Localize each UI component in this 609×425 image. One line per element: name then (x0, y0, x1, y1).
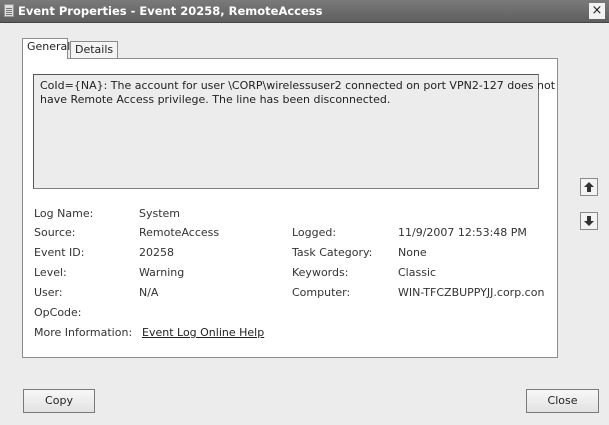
event-id-label: Event ID: (34, 246, 85, 259)
arrow-up-icon (584, 182, 594, 192)
log-name-value: System (139, 207, 181, 220)
arrow-down-icon (584, 216, 594, 226)
previous-event-button[interactable] (580, 178, 598, 196)
description-line: CoId={NA}: The account for user \CORP\wi… (40, 79, 556, 92)
event-log-online-help-link[interactable]: Event Log Online Help (142, 326, 264, 339)
logged-label: Logged: (292, 226, 337, 239)
close-button[interactable]: Close (526, 389, 599, 413)
keywords-value: Classic (398, 266, 437, 279)
logged-value: 11/9/2007 12:53:48 PM (398, 226, 527, 239)
next-event-button[interactable] (580, 212, 598, 230)
user-value: N/A (139, 286, 159, 299)
description-line: have Remote Access privilege. The line h… (40, 93, 391, 106)
more-information-label: More Information: (34, 326, 133, 339)
window-title: Event Properties - Event 20258, RemoteAc… (18, 4, 323, 18)
user-label: User: (34, 286, 63, 299)
tab-details[interactable]: Details (70, 41, 118, 58)
computer-label: Computer: (292, 286, 351, 299)
computer-value: WIN-TFCZBUPPYJJ.corp.con (398, 286, 545, 299)
keywords-label: Keywords: (292, 266, 349, 279)
source-value: RemoteAccess (139, 226, 220, 239)
event-description-box[interactable]: CoId={NA}: The account for user \CORP\wi… (33, 74, 556, 189)
task-category-value: None (398, 246, 427, 259)
level-value: Warning (139, 266, 185, 279)
event-id-value: 20258 (139, 246, 174, 259)
task-category-label: Task Category: (292, 246, 373, 259)
title-bar[interactable]: Event Properties - Event 20258, RemoteAc… (0, 0, 609, 23)
opcode-label: OpCode: (34, 306, 82, 319)
level-label: Level: (34, 266, 67, 279)
log-name-label: Log Name: (34, 207, 94, 220)
copy-button[interactable]: Copy (23, 389, 95, 413)
event-viewer-icon (4, 4, 14, 17)
event-properties-window: Event Properties - Event 20258, RemoteAc… (0, 0, 609, 425)
close-window-button[interactable]: × (589, 3, 605, 19)
source-label: Source: (34, 226, 76, 239)
tab-general[interactable]: General (22, 38, 70, 59)
